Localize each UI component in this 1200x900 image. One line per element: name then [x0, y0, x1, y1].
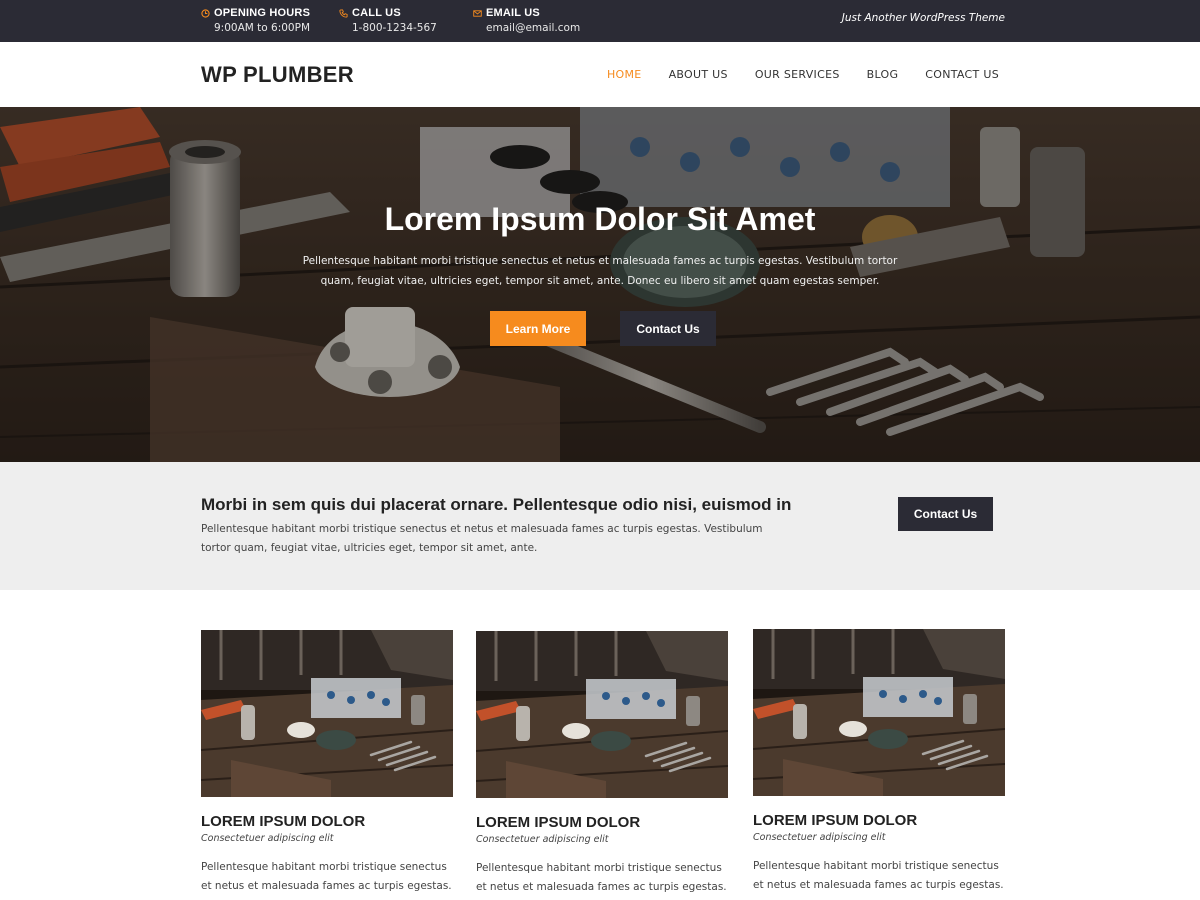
hero-banner: Lorem Ipsum Dolor Sit Amet Pellentesque … — [0, 107, 1200, 462]
cta-band: Morbi in sem quis dui placerat ornare. P… — [0, 462, 1200, 590]
card-subtitle: Consectetuer adipiscing elit — [753, 832, 886, 843]
nav-home[interactable]: HOME — [607, 68, 642, 81]
hero-contact-button[interactable]: Contact Us — [620, 311, 716, 346]
card-image[interactable] — [201, 630, 453, 797]
service-card: LOREM IPSUM DOLOR Consectetuer adipiscin… — [753, 629, 1005, 895]
card-image[interactable] — [476, 631, 728, 798]
clock-icon — [201, 8, 210, 18]
card-text: Pellentesque habitant morbi tristique se… — [201, 861, 452, 892]
site-tagline: Just Another WordPress Theme — [841, 12, 1005, 24]
card-text: Pellentesque habitant morbi tristique se… — [753, 860, 1004, 891]
learn-more-button[interactable]: Learn More — [490, 311, 586, 346]
email-us: EMAIL US email@email.com — [473, 7, 580, 34]
card-text: Pellentesque habitant morbi tristique se… — [476, 862, 727, 893]
nav-blog[interactable]: BLOG — [867, 68, 899, 81]
call-us: CALL US 1-800-1234-567 — [339, 7, 437, 34]
call-us-title: CALL US — [352, 7, 401, 19]
cta-title: Morbi in sem quis dui placerat ornare. P… — [201, 495, 792, 514]
card-title[interactable]: LOREM IPSUM DOLOR — [476, 814, 728, 831]
cta-contact-button[interactable]: Contact Us — [898, 497, 993, 531]
phone-icon — [339, 8, 348, 18]
nav-about-us[interactable]: ABOUT US — [669, 68, 728, 81]
nav-contact-us[interactable]: CONTACT US — [925, 68, 999, 81]
card-subtitle: Consectetuer adipiscing elit — [476, 834, 609, 845]
card-title[interactable]: LOREM IPSUM DOLOR — [753, 812, 1005, 829]
opening-hours-value: 9:00AM to 6:00PM — [214, 22, 311, 34]
main-nav: HOME ABOUT US OUR SERVICES BLOG CONTACT … — [607, 68, 999, 81]
service-card: LOREM IPSUM DOLOR Consectetuer adipiscin… — [476, 631, 728, 897]
cta-text: Pellentesque habitant morbi tristique se… — [201, 523, 763, 554]
card-subtitle: Consectetuer adipiscing elit — [201, 833, 334, 844]
card-image[interactable] — [753, 629, 1005, 796]
email-us-value[interactable]: email@email.com — [473, 22, 580, 34]
hero-text: Pellentesque habitant morbi tristique se… — [302, 255, 898, 287]
call-us-value[interactable]: 1-800-1234-567 — [339, 22, 437, 34]
hero-title: Lorem Ipsum Dolor Sit Amet — [384, 201, 816, 237]
nav-our-services[interactable]: OUR SERVICES — [755, 68, 840, 81]
envelope-icon — [473, 9, 482, 17]
opening-hours: OPENING HOURS 9:00AM to 6:00PM — [201, 7, 310, 34]
site-logo[interactable]: WP PLUMBER — [201, 62, 354, 88]
card-title[interactable]: LOREM IPSUM DOLOR — [201, 813, 453, 830]
service-card: LOREM IPSUM DOLOR Consectetuer adipiscin… — [201, 630, 453, 896]
top-info-bar: OPENING HOURS 9:00AM to 6:00PM CALL US 1… — [0, 0, 1200, 42]
site-header: WP PLUMBER HOME ABOUT US OUR SERVICES BL… — [0, 42, 1200, 107]
opening-hours-title: OPENING HOURS — [214, 7, 311, 19]
email-us-title: EMAIL US — [486, 7, 540, 19]
